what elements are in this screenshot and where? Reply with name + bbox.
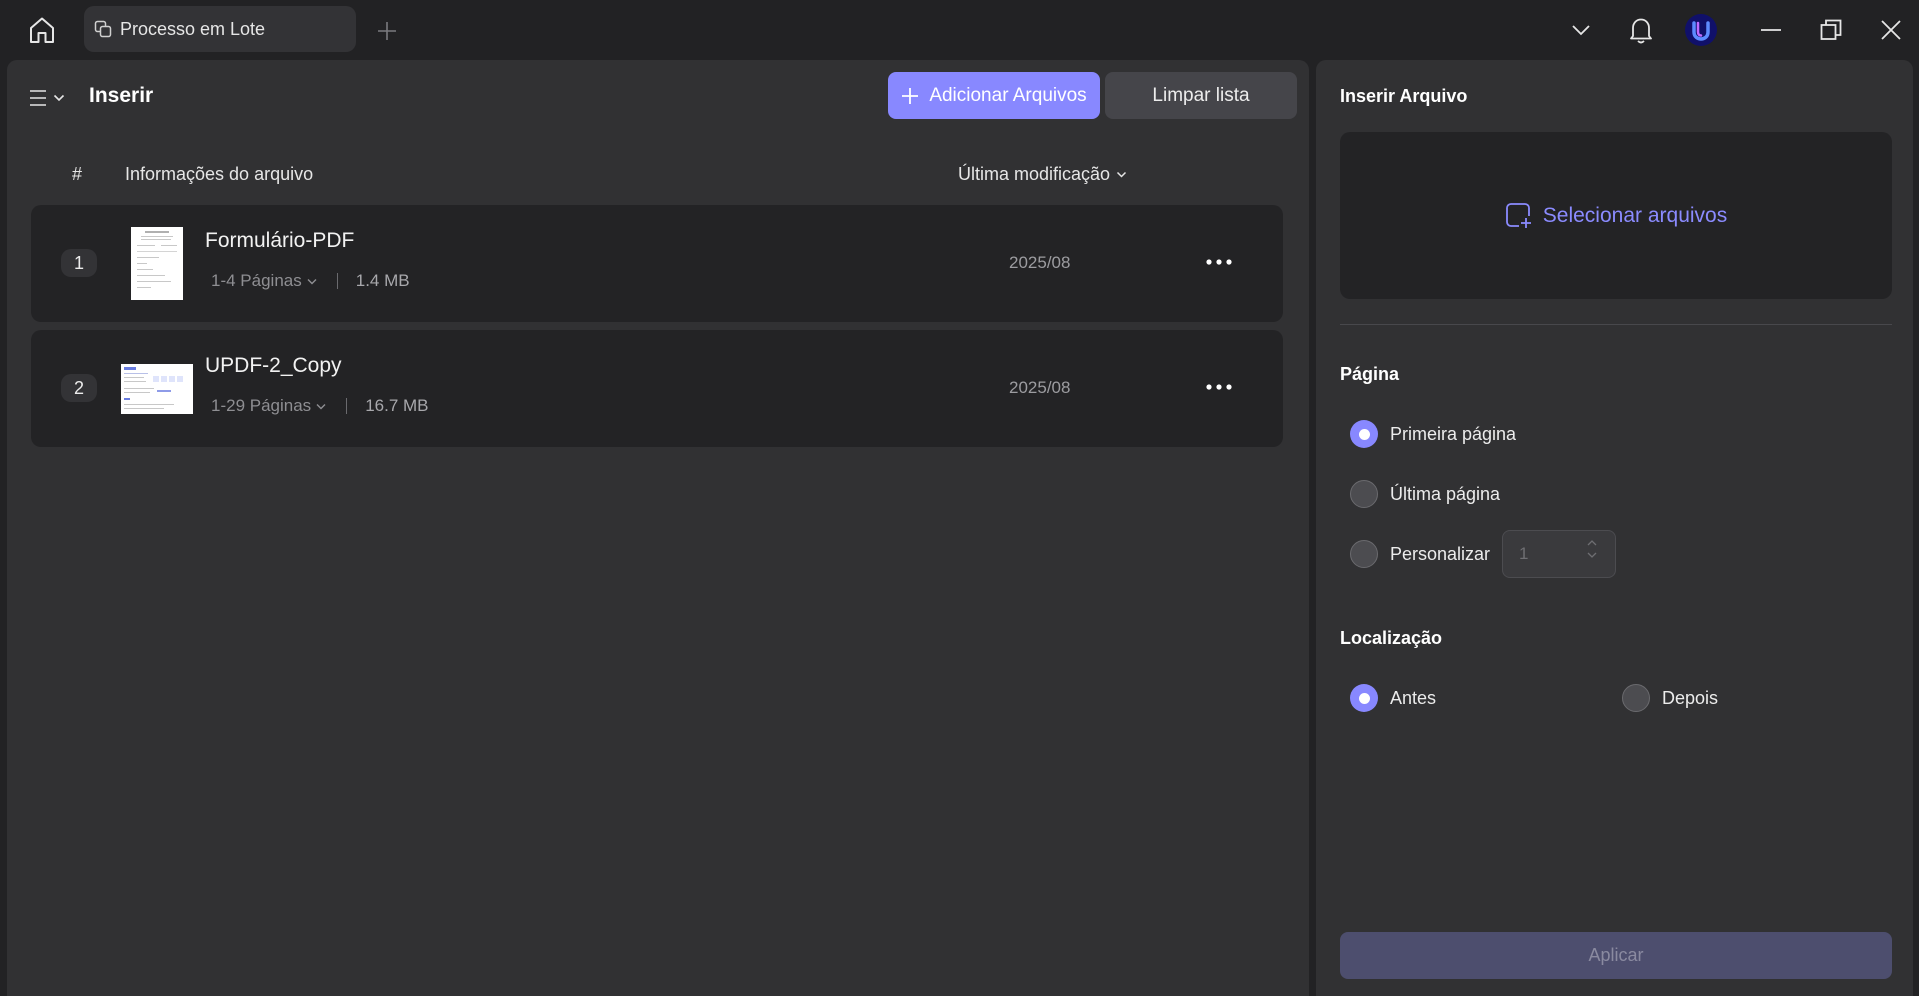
apply-button[interactable]: Aplicar	[1340, 932, 1892, 979]
apply-label: Aplicar	[1588, 945, 1644, 965]
more-options-button[interactable]	[1203, 247, 1235, 277]
page-range-dropdown[interactable]: 1-29 Páginas	[211, 396, 326, 416]
new-tab-button[interactable]	[372, 16, 402, 46]
divider	[336, 273, 338, 289]
page-range-label: 1-29 Páginas	[211, 396, 312, 415]
batch-icon	[94, 20, 112, 38]
row-number: 2	[61, 374, 97, 402]
radio-before[interactable]: Antes	[1350, 684, 1436, 712]
chevron-down-icon[interactable]	[1587, 552, 1597, 558]
close-button[interactable]	[1871, 10, 1911, 50]
restore-button[interactable]	[1811, 10, 1851, 50]
page-range-label: 1-4 Páginas	[211, 271, 302, 290]
home-button[interactable]	[22, 10, 62, 50]
close-icon	[1881, 20, 1901, 40]
page-range-dropdown[interactable]: 1-4 Páginas	[211, 271, 317, 291]
radio-button[interactable]	[1350, 540, 1378, 568]
clear-list-button[interactable]: Limpar lista	[1105, 72, 1297, 119]
page-title: Inserir	[89, 84, 154, 107]
minimize-button[interactable]	[1751, 10, 1791, 50]
radio-label: Personalizar	[1390, 543, 1491, 564]
radio-custom-page[interactable]: Personalizar	[1350, 540, 1490, 568]
tab-label: Processo em Lote	[120, 18, 266, 39]
radio-label: Última página	[1390, 483, 1501, 504]
panel-title: Inserir Arquivo	[1340, 86, 1468, 106]
chevron-down-icon	[53, 94, 65, 102]
bell-icon	[1630, 18, 1652, 44]
chevron-down-icon	[307, 278, 317, 284]
column-header-modified[interactable]: Última modificação	[958, 164, 1127, 185]
file-meta: 1-4 Páginas 1.4 MB	[211, 271, 410, 291]
plus-icon	[378, 22, 396, 40]
column-header-info: Informações do arquivo	[125, 164, 314, 184]
location-section-title: Localização	[1340, 628, 1443, 648]
radio-last-page[interactable]: Última página	[1350, 480, 1500, 508]
chevron-down-icon	[1572, 25, 1590, 36]
stepper-value: 1	[1519, 544, 1529, 563]
dropdown-button[interactable]	[1561, 10, 1601, 50]
updf-logo-icon	[1685, 14, 1717, 46]
more-options-button[interactable]	[1203, 372, 1235, 402]
clear-list-label: Limpar lista	[1152, 84, 1250, 106]
avatar[interactable]	[1681, 10, 1721, 50]
add-files-label: Adicionar Arquivos	[929, 84, 1087, 106]
chevron-down-icon	[316, 403, 326, 409]
chevron-up-icon[interactable]	[1587, 540, 1597, 546]
home-icon	[30, 17, 54, 43]
radio-button[interactable]	[1350, 480, 1378, 508]
file-thumbnail	[131, 227, 183, 300]
plus-icon	[902, 87, 919, 104]
select-files-label: Selecionar arquivos	[1542, 203, 1728, 227]
add-files-button[interactable]: Adicionar Arquivos	[888, 72, 1100, 119]
file-size: 16.7 MB	[365, 396, 429, 415]
file-size: 1.4 MB	[355, 271, 410, 290]
custom-page-stepper[interactable]: 1	[1502, 530, 1616, 578]
radio-first-page[interactable]: Primeira página	[1350, 420, 1516, 448]
select-files-dropzone[interactable]: Selecionar arquivos	[1340, 132, 1892, 299]
menu-button[interactable]	[29, 82, 79, 114]
file-thumbnail	[121, 364, 193, 414]
insert-settings-panel: Inserir Arquivo Selecionar arquivos Pági…	[1316, 60, 1913, 996]
add-file-icon	[1505, 202, 1533, 230]
radio-label: Primeira página	[1390, 423, 1517, 444]
radio-button-selected[interactable]	[1350, 684, 1378, 712]
file-meta: 1-29 Páginas 16.7 MB	[211, 396, 429, 416]
notifications-button[interactable]	[1621, 10, 1661, 50]
divider	[1340, 324, 1892, 325]
column-header-number: #	[72, 164, 83, 184]
more-icon	[1206, 259, 1232, 265]
file-date: 2025/08	[1009, 378, 1071, 397]
more-icon	[1206, 384, 1232, 390]
hamburger-icon	[30, 90, 46, 106]
file-list-panel: Inserir Adicionar Arquivos Limpar lista …	[7, 60, 1309, 996]
table-row[interactable]: 2 UPDF-2_Copy 1-29 Páginas 16.7 MB 2025/…	[31, 330, 1283, 447]
page-section-title: Página	[1340, 364, 1400, 384]
tab-batch-process[interactable]: Processo em Lote	[84, 6, 356, 52]
radio-label: Depois	[1662, 687, 1719, 708]
chevron-down-icon	[1117, 171, 1127, 178]
radio-button[interactable]	[1622, 684, 1650, 712]
row-number: 1	[61, 249, 97, 277]
radio-button-selected[interactable]	[1350, 420, 1378, 448]
minimize-icon	[1761, 29, 1781, 31]
table-row[interactable]: 1 Formulário-PDF 1-4 Páginas 1.4 MB 2025…	[31, 205, 1283, 322]
radio-label: Antes	[1390, 687, 1437, 708]
divider	[346, 398, 348, 414]
title-bar: Processo em Lote	[0, 0, 1919, 60]
file-date: 2025/08	[1009, 253, 1071, 272]
column-header-modified-label: Última modificação	[958, 164, 1111, 184]
radio-after[interactable]: Depois	[1622, 684, 1718, 712]
file-name: UPDF-2_Copy	[205, 354, 342, 377]
restore-icon	[1820, 19, 1842, 40]
file-name: Formulário-PDF	[205, 229, 355, 252]
